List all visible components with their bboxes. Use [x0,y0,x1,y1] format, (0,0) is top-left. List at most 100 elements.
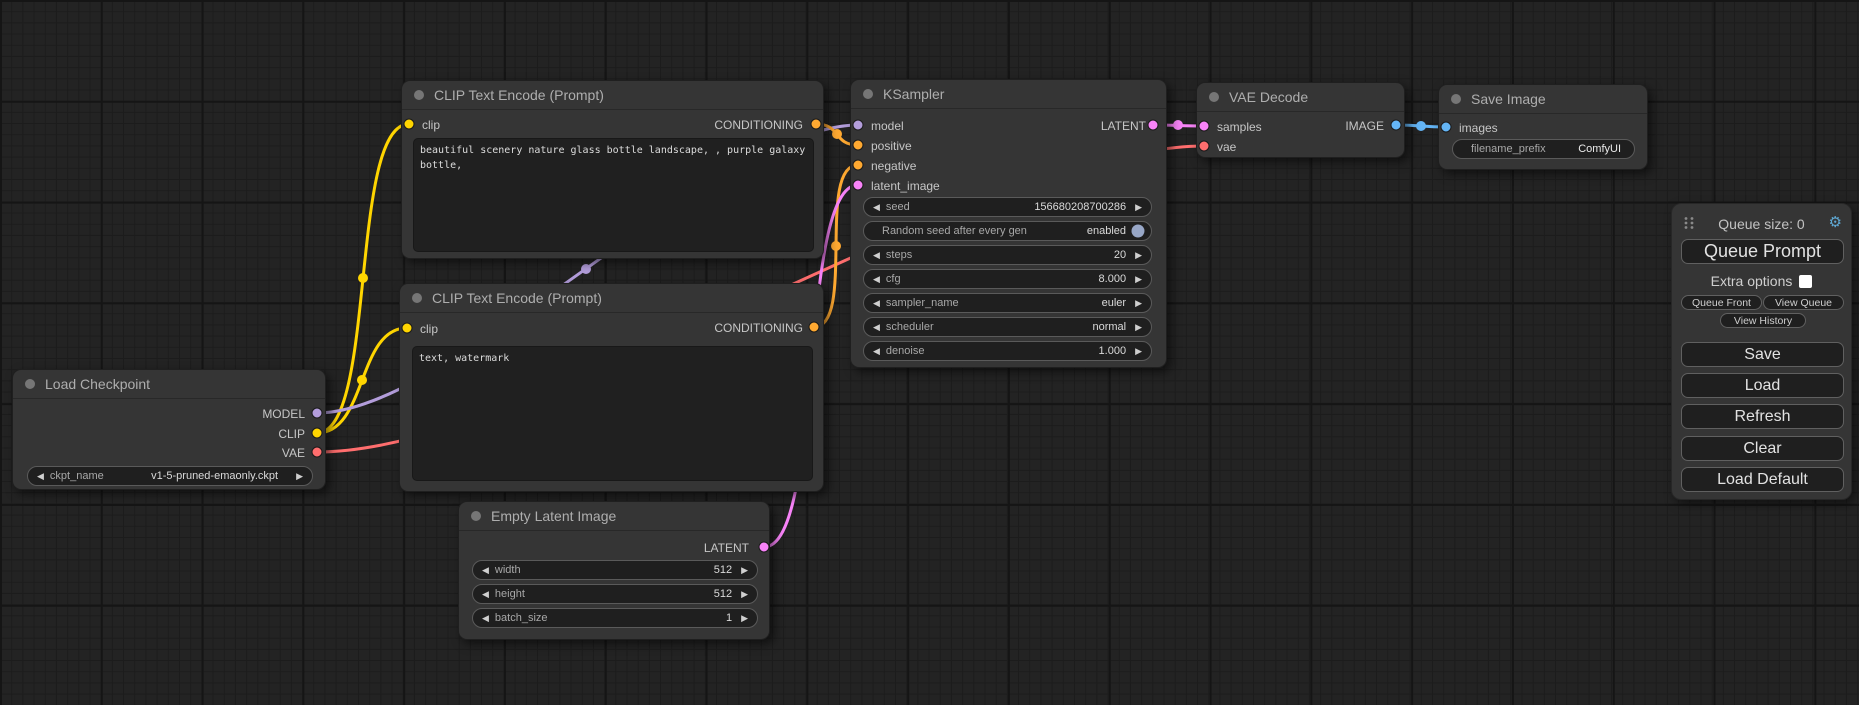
node-ksampler[interactable]: KSampler model positive negative latent_… [850,79,1167,368]
load-button[interactable]: Load [1681,373,1844,398]
view-queue-button[interactable]: View Queue [1763,295,1844,310]
widget-value: ComfyUI [1578,143,1621,155]
widget-label: width [495,564,521,576]
increment-arrow-icon[interactable]: ▶ [1135,317,1142,337]
widget-value: 20 [1114,249,1126,261]
node-title-bar[interactable]: Empty Latent Image [459,502,769,531]
node-title-bar[interactable]: CLIP Text Encode (Prompt) [402,81,823,110]
wire-middot [832,129,842,139]
decrement-arrow-icon[interactable]: ◀ [37,466,44,486]
wire-middot [357,375,367,385]
load-default-button[interactable]: Load Default [1681,467,1844,492]
collapse-dot-icon[interactable] [414,90,424,100]
widget-steps[interactable]: ◀ steps 20 ▶ [863,245,1152,265]
decrement-arrow-icon[interactable]: ◀ [873,269,880,289]
queue-prompt-button[interactable]: Queue Prompt [1681,239,1844,264]
widget-value: 8.000 [1099,273,1127,285]
widget-seed[interactable]: ◀ seed 156680208700286 ▶ [863,197,1152,217]
increment-arrow-icon[interactable]: ▶ [296,466,303,486]
widget-ckpt-name[interactable]: ◀ ckpt_name v1-5-pruned-emaonly.ckpt ▶ [27,466,313,486]
wire-clip-to-positive-prompt [317,124,409,433]
increment-arrow-icon[interactable]: ▶ [1135,197,1142,217]
collapse-dot-icon[interactable] [863,89,873,99]
widget-label: ckpt_name [50,470,104,482]
positive-prompt-textarea[interactable]: beautiful scenery nature glass bottle la… [413,138,814,252]
collapse-dot-icon[interactable] [412,293,422,303]
increment-arrow-icon[interactable]: ▶ [1135,341,1142,361]
save-button[interactable]: Save [1681,342,1844,367]
widget-label: batch_size [495,612,548,624]
output-slot-image: IMAGE [1345,116,1384,136]
node-vae-decode[interactable]: VAE Decode samples vae IMAGE [1196,82,1405,158]
decrement-arrow-icon[interactable]: ◀ [482,560,489,580]
widget-value: 512 [714,564,732,576]
decrement-arrow-icon[interactable]: ◀ [873,197,880,217]
widget-value: 1 [726,612,732,624]
widget-value: 1.000 [1099,345,1127,357]
extra-options-checkbox[interactable] [1799,275,1812,288]
decrement-arrow-icon[interactable]: ◀ [873,317,880,337]
decrement-arrow-icon[interactable]: ◀ [873,341,880,361]
collapse-dot-icon[interactable] [25,379,35,389]
refresh-button[interactable]: Refresh [1681,404,1844,429]
widget-label: seed [886,201,910,213]
decrement-arrow-icon[interactable]: ◀ [873,245,880,265]
queue-panel[interactable]: Queue size: 0 ⚙ Queue Prompt Extra optio… [1671,203,1852,500]
node-clip-text-encode-positive[interactable]: CLIP Text Encode (Prompt) clip CONDITION… [401,80,824,259]
negative-prompt-textarea[interactable]: text, watermark [412,346,813,481]
increment-arrow-icon[interactable]: ▶ [1135,245,1142,265]
node-title-bar[interactable]: KSampler [851,80,1166,109]
collapse-dot-icon[interactable] [1209,92,1219,102]
collapse-dot-icon[interactable] [471,511,481,521]
output-slot-vae: VAE [282,443,305,463]
node-empty-latent-image[interactable]: Empty Latent Image LATENT ◀ width 512 ▶ … [458,501,770,640]
widget-filename-prefix[interactable]: filename_prefix ComfyUI [1452,139,1635,159]
queue-size-label: Queue size: 0 [1672,216,1851,232]
view-history-button[interactable]: View History [1720,313,1806,328]
widget-label: denoise [886,345,925,357]
node-title-bar[interactable]: CLIP Text Encode (Prompt) [400,284,823,313]
output-slot-latent: LATENT [704,538,749,558]
widget-denoise[interactable]: ◀ denoise 1.000 ▶ [863,341,1152,361]
widget-batch-size[interactable]: ◀ batch_size 1 ▶ [472,608,758,628]
increment-arrow-icon[interactable]: ▶ [741,584,748,604]
widget-sampler-name[interactable]: ◀ sampler_name euler ▶ [863,293,1152,313]
wire-middot [831,241,841,251]
gear-icon[interactable]: ⚙ [1829,213,1842,231]
widget-random-seed-toggle[interactable]: Random seed after every gen enabled [863,221,1152,241]
widget-height[interactable]: ◀ height 512 ▶ [472,584,758,604]
node-title-bar[interactable]: Load Checkpoint [13,370,325,399]
decrement-arrow-icon[interactable]: ◀ [482,584,489,604]
widget-label: filename_prefix [1471,143,1546,155]
node-graph-canvas[interactable]: Load Checkpoint MODEL CLIP VAE ◀ ckpt_na… [0,0,1859,705]
node-title-bar[interactable]: VAE Decode [1197,83,1404,112]
node-title: KSampler [883,86,944,102]
collapse-dot-icon[interactable] [1451,94,1461,104]
widget-scheduler[interactable]: ◀ scheduler normal ▶ [863,317,1152,337]
wire-middot [1173,120,1183,130]
increment-arrow-icon[interactable]: ▶ [741,560,748,580]
widget-label: sampler_name [886,297,959,309]
widget-label: steps [886,249,912,261]
increment-arrow-icon[interactable]: ▶ [1135,293,1142,313]
toggle-enabled-icon[interactable] [1131,224,1145,238]
wire-middot [1416,121,1426,131]
node-title: CLIP Text Encode (Prompt) [432,290,602,306]
wire-middot [358,273,368,283]
node-save-image[interactable]: Save Image images filename_prefix ComfyU… [1438,84,1648,170]
node-load-checkpoint[interactable]: Load Checkpoint MODEL CLIP VAE ◀ ckpt_na… [12,369,326,490]
queue-front-button[interactable]: Queue Front [1681,295,1762,310]
increment-arrow-icon[interactable]: ▶ [741,608,748,628]
node-title-bar[interactable]: Save Image [1439,85,1647,114]
input-slot-latent-image: latent_image [871,176,940,196]
widget-cfg[interactable]: ◀ cfg 8.000 ▶ [863,269,1152,289]
node-clip-text-encode-negative[interactable]: CLIP Text Encode (Prompt) clip CONDITION… [399,283,824,492]
increment-arrow-icon[interactable]: ▶ [1135,269,1142,289]
widget-width[interactable]: ◀ width 512 ▶ [472,560,758,580]
widget-label: height [495,588,525,600]
decrement-arrow-icon[interactable]: ◀ [482,608,489,628]
node-title: Empty Latent Image [491,508,616,524]
clear-button[interactable]: Clear [1681,436,1844,461]
decrement-arrow-icon[interactable]: ◀ [873,293,880,313]
output-slot-latent: LATENT [1101,116,1146,136]
